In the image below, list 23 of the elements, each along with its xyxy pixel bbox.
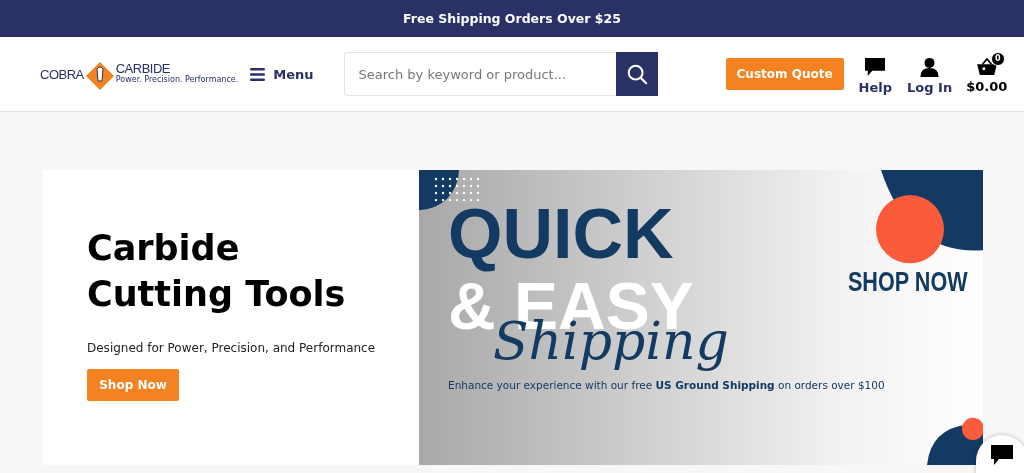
log-in-link[interactable]: Log In [907,53,953,95]
banner-headline: QUICK [448,198,675,272]
chat-button[interactable] [976,435,1024,473]
search-icon [625,63,648,85]
search-button[interactable] [615,52,658,96]
menu-icon [250,67,266,81]
user-icon [919,56,941,77]
banner-note: Enhance your experience with our free US Ground Shipping on orders over $100 [448,378,886,391]
search-field[interactable]: Search by keyword or product... [343,52,616,96]
announcement-text: Free Shipping Orders Over $25 [403,11,621,26]
cart-link[interactable]: 0 $0.00 [966,54,1008,94]
cart-count-badge: 0 [990,51,1005,66]
hero-subtitle: Designed for Power, Precision, and Performance [87,341,377,355]
chat-bubble-icon [864,56,887,77]
logo-text[interactable]: CARBIDE [115,62,239,76]
logo-tagline: Power. Precision. Performance. [115,75,239,86]
diamond-logo-icon [84,61,115,91]
hero-heading: Carbide Cutting Tools [87,227,347,316]
banner-call-to-action: SHOP NOW [848,266,969,298]
help-link[interactable]: Help [858,53,893,95]
logo-text[interactable]: COBRA [40,67,84,81]
menu-button[interactable]: Menu [250,66,314,82]
chat-bubble-icon [990,444,1014,466]
